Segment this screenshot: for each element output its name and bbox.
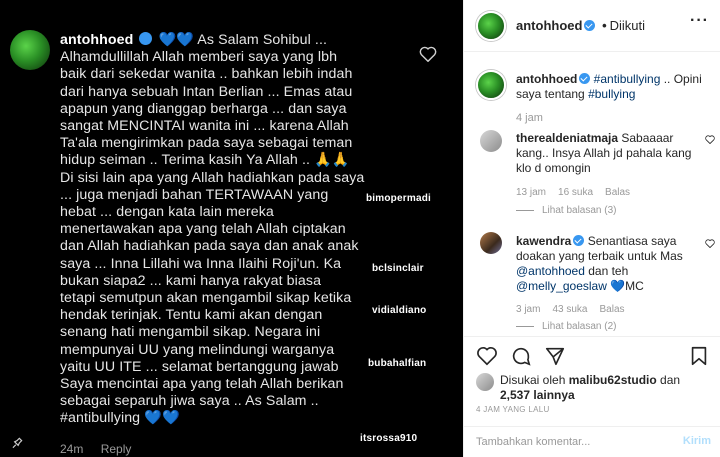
comment-mention[interactable]: @antohhoed	[516, 264, 585, 278]
likes-summary: Disukai oleh malibu62studio dan 2,537 la…	[500, 373, 710, 403]
post-comment-button[interactable]: Kirim	[683, 435, 711, 447]
header-user-line: antohhoed • Diikuti	[516, 18, 645, 33]
caption-hashtag[interactable]: #bullying	[588, 87, 635, 101]
comment-time: 13 jam	[516, 187, 547, 198]
header-dot: •	[602, 18, 607, 33]
see-replies-button[interactable]: Lihat balasan (3)	[516, 205, 617, 216]
comment-text: therealdeniatmaja Sabaaaar kang.. Insya …	[516, 131, 702, 176]
likes-count[interactable]: 2,537 lainnya	[500, 388, 575, 402]
post-image-caption-line: mempunyai UU yang melindungi warganya	[60, 341, 335, 358]
user-tag[interactable]: bclsinclair	[372, 263, 424, 274]
post-image-caption-line: Di sisi lain apa yang Allah hadiahkan pa…	[60, 169, 365, 186]
post-image-caption-line: tetapi semutpun akan mengambil sikap ket…	[60, 290, 352, 307]
see-replies-button[interactable]: Lihat balasan (2)	[516, 321, 617, 332]
post-image-caption-line: hebat ... dengan kata lain mereka	[60, 204, 274, 221]
post-image-footer: 24m Reply	[60, 442, 145, 456]
liker-avatar[interactable]	[476, 373, 494, 391]
caption-time: 4 jam	[516, 112, 543, 124]
comment-likes[interactable]: 43 suka	[552, 304, 587, 315]
post-time: 4 JAM YANG LALU	[476, 405, 550, 414]
share-icon[interactable]	[544, 345, 566, 367]
user-tag[interactable]: vidialdiano	[372, 305, 426, 316]
post-image-caption-line: Saya mencintai apa yang telah Allah beri…	[60, 376, 344, 393]
caption-username[interactable]: antohhoed	[516, 72, 577, 86]
comment-reply-button[interactable]: Balas	[599, 304, 624, 315]
bookmark-icon[interactable]	[688, 345, 710, 367]
post-image-username: antohhoed	[60, 32, 134, 48]
post-image-caption-line: dan Allah hadiahkan pada saya dan anak a…	[60, 238, 359, 255]
post-image-pin-icon	[12, 437, 23, 449]
caption-hashtag[interactable]: #antibullying	[594, 72, 661, 86]
caption-text: antohhoed #antibullying .. Opini saya te…	[516, 72, 711, 102]
comment-username[interactable]: kawendra	[516, 234, 571, 248]
post-image-caption-line: Ta'ala mengirimkan pada saya sebagai tem…	[60, 135, 353, 152]
user-tag[interactable]: itsrossa910	[360, 433, 417, 444]
comment-reply-button[interactable]: Balas	[605, 187, 630, 198]
post-image-verified-icon	[139, 32, 153, 45]
post-image: antohhoed 💙💙 As Salam Sohibul ... Alhamd…	[0, 0, 463, 457]
follow-status[interactable]: Diikuti	[610, 18, 645, 33]
likes-mid: dan	[656, 373, 681, 387]
action-bar: Disukai oleh malibu62studio dan 2,537 la…	[464, 336, 720, 426]
post-image-reply: Reply	[100, 442, 132, 456]
comment-text: kawendra Senantiasa saya doakan yang ter…	[516, 234, 702, 294]
post-image-caption-line: yaitu UU ITE ... selamat bertanggung jaw…	[60, 358, 339, 375]
comment-avatar[interactable]	[480, 232, 502, 254]
more-options-icon[interactable]: ···	[690, 12, 709, 30]
caption-avatar[interactable]	[476, 70, 506, 100]
post-image-avatar	[10, 30, 50, 70]
post-image-caption-line: hidup seiman .. Terima kasih Ya Allah ..…	[60, 152, 350, 169]
post-image-caption-line: ... juga menjadi bahan TERTAWAAN yang	[60, 186, 329, 203]
header-username[interactable]: antohhoed	[516, 18, 582, 33]
post-image-time: 24m	[60, 442, 84, 456]
post-image-heart-icon	[419, 46, 437, 62]
comments-list: antohhoed #antibullying .. Opini saya te…	[464, 52, 720, 336]
post-image-caption-line: baik dari sekedar wanita .. bahkan lebih…	[60, 66, 353, 83]
post-image-caption-line: #antibullying 💙💙	[60, 410, 180, 427]
comment-icon[interactable]	[510, 345, 532, 367]
comment-time: 3 jam	[516, 304, 541, 315]
header-avatar[interactable]	[476, 11, 506, 41]
post-image-caption-line: saya ... Inna Lillahi wa Inna Ilaihi Roj…	[60, 255, 342, 272]
post-image-caption-line: sebagai separuh jiwa saya .. As Salam ..	[60, 393, 319, 410]
comment-like-icon[interactable]	[705, 135, 715, 144]
comment-meta: 13 jam 16 suka Balas	[516, 187, 642, 198]
user-tag[interactable]: bubahalfian	[368, 358, 426, 369]
add-comment-bar: Kirim	[464, 426, 720, 457]
comment-avatar[interactable]	[480, 130, 502, 152]
comment-tail: 💙MC	[610, 279, 644, 293]
comments-panel: antohhoed • Diikuti ··· antohhoed #antibu…	[463, 0, 720, 457]
comment-mention[interactable]: @melly_goeslaw	[516, 279, 607, 293]
post-image-caption-line: bukan siapa2 ... kami hanya rakyat biasa	[60, 272, 322, 289]
likes-user[interactable]: malibu62studio	[569, 373, 657, 387]
like-icon[interactable]	[476, 345, 498, 367]
post-image-caption-line: Alhamdullillah Allah memberi saya yang l…	[60, 49, 338, 66]
likes-prefix: Disukai oleh	[500, 373, 569, 387]
post-image-caption-line: apapun yang dianggap berharga ... dan sa…	[60, 100, 347, 117]
post-image-caption-line: hendak terinjak. Tentu kami akan dengan	[60, 307, 323, 324]
post-image-caption-line: As Salam Sohibul ...	[197, 32, 328, 48]
post-image-hearts: 💙💙	[158, 32, 195, 48]
user-tag[interactable]: bimopermadi	[366, 193, 431, 204]
post-image-caption-line: sangat MENCINTAI wanita ini ... karena A…	[60, 118, 349, 135]
verified-icon	[573, 235, 585, 246]
post-image-caption: antohhoed 💙💙 As Salam Sohibul ... Alhamd…	[60, 32, 378, 428]
post-image-caption-line: senang hati mengambil sikap. Negara ini	[60, 324, 321, 341]
post-image-caption-line: dari hanya sebuah Intan Berlian ... Emas…	[60, 83, 353, 100]
verified-icon	[584, 20, 596, 31]
comment-like-icon[interactable]	[705, 239, 715, 248]
comment-input[interactable]	[476, 433, 656, 451]
comment-body: dan teh	[584, 264, 629, 278]
post-header: antohhoed • Diikuti ···	[464, 0, 720, 52]
comment-meta: 3 jam 43 suka Balas	[516, 304, 637, 315]
verified-icon	[579, 73, 591, 84]
comment-username[interactable]: therealdeniatmaja	[516, 131, 618, 145]
post-image-caption-line: menertawakan apa yang telah Allah ciptak…	[60, 221, 346, 238]
comment-likes[interactable]: 16 suka	[558, 187, 593, 198]
